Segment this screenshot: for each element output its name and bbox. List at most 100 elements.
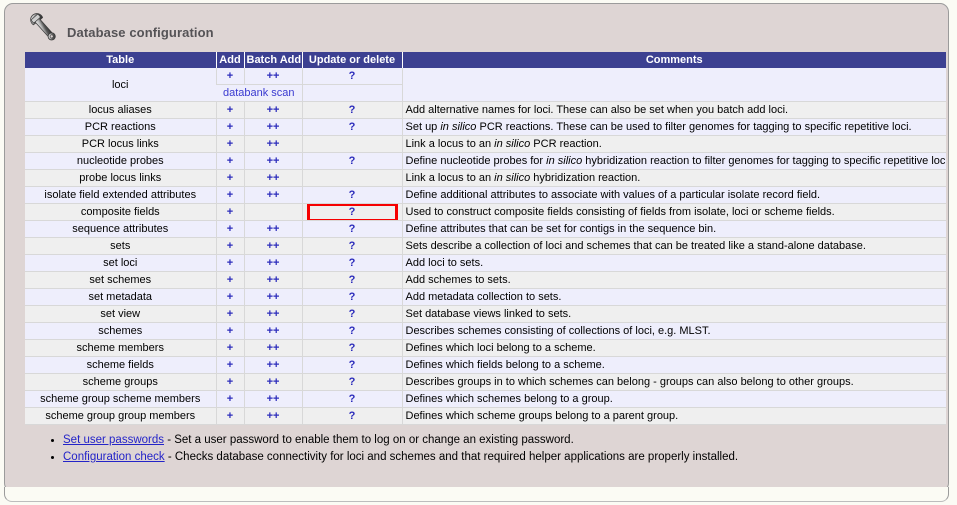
cell-batch-add[interactable]: ++ xyxy=(243,322,302,340)
update-or-delete-link[interactable]: ? xyxy=(349,325,356,337)
cell-batch-add[interactable]: ++ xyxy=(243,152,302,170)
update-or-delete-link[interactable]: ? xyxy=(349,308,356,320)
batch-add-link[interactable]: ++ xyxy=(267,359,280,371)
batch-add-link[interactable]: ++ xyxy=(267,291,280,303)
cell-add[interactable]: + xyxy=(215,322,244,340)
cell-update-or-delete[interactable]: ? xyxy=(301,152,402,170)
update-or-delete-link[interactable]: ? xyxy=(349,291,356,303)
cell-batch-add[interactable]: ++ xyxy=(243,356,302,374)
cell-add[interactable]: + xyxy=(215,407,244,425)
cell-add[interactable]: + xyxy=(215,339,244,357)
cell-update-or-delete[interactable]: ? xyxy=(301,305,402,323)
cell-batch-add[interactable]: ++ xyxy=(243,237,302,255)
update-or-delete-link[interactable]: ? xyxy=(349,393,356,405)
batch-add-link[interactable]: ++ xyxy=(267,325,280,337)
add-link[interactable]: + xyxy=(227,189,233,201)
cell-add[interactable]: + xyxy=(215,390,244,408)
cell-batch-add[interactable]: ++ xyxy=(243,169,302,187)
add-link[interactable]: + xyxy=(227,410,233,422)
batch-add-link[interactable]: ++ xyxy=(267,376,280,388)
cell-batch-add[interactable]: ++ xyxy=(243,118,302,136)
cell-databank-scan[interactable]: databank scan xyxy=(216,84,302,102)
cell-batch-add[interactable]: ++ xyxy=(243,288,302,306)
cell-add[interactable]: + xyxy=(215,373,244,391)
add-link[interactable]: + xyxy=(227,359,233,371)
cell-add[interactable]: + xyxy=(215,305,244,323)
cell-add[interactable]: + xyxy=(215,152,244,170)
batch-add-link[interactable]: ++ xyxy=(267,308,280,320)
cell-add[interactable]: + xyxy=(215,135,244,153)
cell-add[interactable]: + xyxy=(215,169,244,187)
update-or-delete-link[interactable]: ? xyxy=(349,376,356,388)
update-or-delete-link[interactable]: ? xyxy=(349,206,356,218)
add-link[interactable]: + xyxy=(227,274,233,286)
cell-add[interactable]: + xyxy=(215,237,244,255)
cell-batch-add[interactable]: ++ xyxy=(243,254,302,272)
cell-update-or-delete[interactable]: ? xyxy=(301,356,402,374)
cell-batch-add[interactable]: ++ xyxy=(243,220,302,238)
batch-add-link[interactable]: ++ xyxy=(267,172,280,184)
update-or-delete-link[interactable]: ? xyxy=(349,155,356,167)
cell-update-or-delete[interactable]: ? xyxy=(301,68,402,85)
batch-add-link[interactable]: ++ xyxy=(267,121,280,133)
cell-update-or-delete[interactable]: ? xyxy=(301,271,402,289)
add-link[interactable]: + xyxy=(227,393,233,405)
batch-add-link[interactable]: ++ xyxy=(267,410,280,422)
add-link[interactable]: + xyxy=(227,206,233,218)
add-link[interactable]: + xyxy=(227,325,233,337)
update-or-delete-link[interactable]: ? xyxy=(349,104,356,116)
add-link[interactable]: + xyxy=(227,138,233,150)
cell-update-or-delete[interactable]: ? xyxy=(301,118,402,136)
cell-add[interactable]: + xyxy=(215,118,244,136)
add-link[interactable]: + xyxy=(227,291,233,303)
add-link[interactable]: + xyxy=(227,121,233,133)
databank-scan-link[interactable]: databank scan xyxy=(223,87,295,99)
cell-batch-add[interactable]: ++ xyxy=(243,68,302,85)
cell-update-or-delete[interactable]: ? xyxy=(301,288,402,306)
cell-add[interactable]: + xyxy=(215,271,244,289)
add-link[interactable]: + xyxy=(227,70,233,82)
cell-update-or-delete[interactable]: ? xyxy=(301,407,402,425)
cell-batch-add[interactable]: ++ xyxy=(243,339,302,357)
cell-update-or-delete[interactable]: ? xyxy=(301,390,402,408)
cell-update-or-delete[interactable]: ? xyxy=(301,322,402,340)
add-link[interactable]: + xyxy=(227,240,233,252)
cell-update-or-delete[interactable]: ? xyxy=(301,186,402,204)
cell-batch-add[interactable]: ++ xyxy=(243,135,302,153)
batch-add-link[interactable]: ++ xyxy=(267,138,280,150)
update-or-delete-link[interactable]: ? xyxy=(349,223,356,235)
batch-add-link[interactable]: ++ xyxy=(267,189,280,201)
add-link[interactable]: + xyxy=(227,155,233,167)
cell-update-or-delete-highlighted[interactable]: ? xyxy=(301,203,402,221)
cell-batch-add[interactable]: ++ xyxy=(243,305,302,323)
cell-batch-add[interactable]: ++ xyxy=(243,186,302,204)
add-link[interactable]: + xyxy=(227,376,233,388)
add-link[interactable]: + xyxy=(227,308,233,320)
note-link[interactable]: Configuration check xyxy=(63,451,165,463)
update-or-delete-link[interactable]: ? xyxy=(349,121,356,133)
cell-update-or-delete[interactable]: ? xyxy=(301,373,402,391)
update-or-delete-link[interactable]: ? xyxy=(349,189,356,201)
cell-add[interactable]: + xyxy=(215,288,244,306)
cell-update-or-delete[interactable]: ? xyxy=(301,339,402,357)
update-or-delete-link[interactable]: ? xyxy=(349,257,356,269)
cell-batch-add[interactable]: ++ xyxy=(243,390,302,408)
batch-add-link[interactable]: ++ xyxy=(267,223,280,235)
cell-update-or-delete[interactable]: ? xyxy=(301,101,402,119)
cell-add[interactable]: + xyxy=(215,101,244,119)
cell-add[interactable]: + xyxy=(215,68,244,85)
cell-add[interactable]: + xyxy=(215,186,244,204)
cell-batch-add[interactable]: ++ xyxy=(243,373,302,391)
cell-batch-add[interactable]: ++ xyxy=(243,407,302,425)
cell-add[interactable]: + xyxy=(215,254,244,272)
add-link[interactable]: + xyxy=(227,223,233,235)
add-link[interactable]: + xyxy=(227,104,233,116)
batch-add-link[interactable]: ++ xyxy=(267,274,280,286)
batch-add-link[interactable]: ++ xyxy=(267,240,280,252)
cell-update-or-delete[interactable]: ? xyxy=(301,220,402,238)
batch-add-link[interactable]: ++ xyxy=(267,70,280,82)
batch-add-link[interactable]: ++ xyxy=(267,393,280,405)
cell-add[interactable]: + xyxy=(215,203,244,221)
cell-add[interactable]: + xyxy=(215,220,244,238)
update-or-delete-link[interactable]: ? xyxy=(349,342,356,354)
